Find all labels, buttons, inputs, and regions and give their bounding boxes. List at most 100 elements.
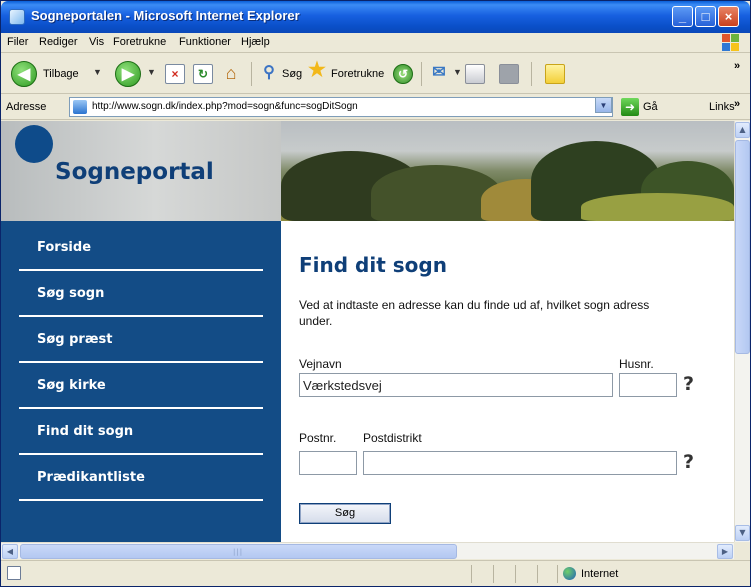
nav-item-forside[interactable]: Forside (19, 227, 263, 271)
address-dropdown-icon[interactable]: ▼ (595, 97, 612, 113)
status-separator (515, 565, 516, 583)
main-content: Find dit sogn Ved at indtaste en adresse… (281, 221, 734, 542)
husnr-input[interactable] (619, 373, 677, 397)
menu-bar: Filer Rediger Vis Foretrukne Funktioner … (1, 33, 750, 53)
history-icon[interactable]: ↺ (393, 64, 413, 84)
nav-item-sog-praest[interactable]: Søg præst (19, 319, 263, 363)
scroll-right-icon[interactable]: ▶ (717, 544, 733, 559)
search-label[interactable]: Søg (282, 68, 302, 80)
intro-line-1: Ved at indtaste en adresse kan du finde … (299, 298, 650, 312)
site-header: Sogneportal (1, 121, 734, 221)
ie-icon (9, 9, 25, 25)
scroll-down-icon[interactable]: ▼ (735, 525, 750, 541)
menu-item-rediger[interactable]: Rediger (39, 36, 78, 48)
menu-item-filer[interactable]: Filer (7, 36, 28, 48)
postnr-label: Postnr. (299, 431, 337, 445)
menu-item-vis[interactable]: Vis (89, 36, 104, 48)
sidebar-nav: Forside Søg sogn Søg præst Søg kirke Fin… (1, 221, 281, 542)
forward-button[interactable]: ▶ (115, 61, 141, 87)
address-url[interactable]: http://www.sogn.dk/index.php?mod=sogn&fu… (92, 101, 358, 112)
window-title: Sogneportalen - Microsoft Internet Explo… (31, 8, 300, 23)
address-label: Adresse (6, 101, 47, 113)
mail-icon[interactable]: ✉ (429, 64, 449, 84)
menu-item-foretrukne[interactable]: Foretrukne (113, 36, 166, 48)
nav-item-sog-kirke[interactable]: Søg kirke (19, 365, 263, 409)
refresh-icon[interactable]: ↻ (193, 64, 213, 84)
nav-label[interactable]: Søg sogn (37, 286, 104, 301)
postdistrikt-input[interactable] (363, 451, 677, 475)
toolbar-separator-3 (531, 62, 532, 86)
minimize-button[interactable]: _ (672, 6, 693, 27)
vejnavn-label: Vejnavn (299, 357, 342, 371)
status-separator (537, 565, 538, 583)
search-icon[interactable]: ⚲ (259, 64, 279, 84)
scroll-up-icon[interactable]: ▲ (735, 122, 750, 138)
home-icon[interactable]: ⌂ (221, 64, 241, 84)
edit-icon[interactable] (499, 64, 519, 84)
go-button[interactable]: Gå (643, 101, 658, 113)
nav-label[interactable]: Find dit sogn (37, 424, 133, 439)
messenger-icon[interactable] (545, 64, 565, 84)
header-landscape-image (281, 121, 734, 221)
windows-logo-icon (722, 34, 740, 52)
links-chevron[interactable]: » (734, 98, 740, 110)
vejnavn-input[interactable]: Værkstedsvej (299, 373, 613, 397)
status-separator (493, 565, 494, 583)
title-bar: Sogneportalen - Microsoft Internet Explo… (1, 1, 750, 33)
search-button[interactable]: Søg (299, 503, 391, 524)
intro-line-2: under. (299, 314, 333, 328)
menu-item-hjaelp[interactable]: Hjælp (241, 36, 270, 48)
page-icon (73, 100, 87, 114)
help-icon[interactable]: ? (683, 451, 694, 473)
security-zone-label: Internet (581, 568, 619, 580)
toolbar-overflow-chevron[interactable]: » (734, 60, 740, 72)
forward-dropdown-icon[interactable]: ▼ (147, 67, 156, 77)
vertical-scroll-thumb[interactable] (735, 140, 750, 354)
close-button[interactable]: × (718, 6, 739, 27)
mail-dropdown-icon[interactable]: ▼ (453, 67, 462, 77)
status-separator (471, 565, 472, 583)
status-bar: Internet (1, 560, 750, 586)
address-bar: Adresse http://www.sogn.dk/index.php?mod… (1, 95, 750, 120)
nav-label[interactable]: Søg præst (37, 332, 112, 347)
horizontal-scrollbar[interactable]: ◀ ||| ▶ (1, 542, 734, 559)
back-label[interactable]: Tilbage (43, 68, 79, 80)
scrollbar-corner (734, 542, 750, 559)
favorites-star-icon[interactable]: ★ (307, 60, 327, 81)
toolbar-separator (251, 62, 252, 86)
back-dropdown-icon[interactable]: ▼ (93, 67, 102, 77)
back-button[interactable]: ◀ (11, 61, 37, 87)
favorites-label[interactable]: Foretrukne (331, 68, 384, 80)
browser-window: Sogneportalen - Microsoft Internet Explo… (0, 0, 751, 587)
links-button[interactable]: Links (709, 101, 735, 113)
horizontal-scroll-thumb[interactable]: ||| (20, 544, 457, 559)
internet-globe-icon (563, 567, 576, 580)
page-status-icon (7, 566, 21, 580)
stop-icon[interactable]: × (165, 64, 185, 84)
help-icon[interactable]: ? (683, 373, 694, 395)
nav-label[interactable]: Forside (37, 240, 91, 255)
logo-dot (15, 125, 53, 163)
nav-label[interactable]: Prædikantliste (37, 470, 145, 485)
toolbar-separator-2 (421, 62, 422, 86)
page-title: Find dit sogn (299, 253, 447, 277)
print-icon[interactable] (465, 64, 485, 84)
intro-text: Ved at indtaste en adresse kan du finde … (299, 297, 734, 329)
status-separator (557, 565, 558, 583)
toolbar: ◀ Tilbage ▼ ▶ ▼ × ↻ ⌂ ⚲ Søg ★ Foretrukne… (1, 54, 750, 94)
postnr-input[interactable] (299, 451, 357, 475)
scroll-left-icon[interactable]: ◀ (2, 544, 18, 559)
husnr-label: Husnr. (619, 357, 654, 371)
menu-item-funktioner[interactable]: Funktioner (179, 36, 231, 48)
go-arrow-icon[interactable]: ➜ (621, 98, 639, 116)
address-input[interactable]: http://www.sogn.dk/index.php?mod=sogn&fu… (69, 97, 613, 117)
nav-item-sog-sogn[interactable]: Søg sogn (19, 273, 263, 317)
nav-item-praedikantliste[interactable]: Prædikantliste (19, 457, 263, 501)
nav-label[interactable]: Søg kirke (37, 378, 106, 393)
maximize-button[interactable]: □ (695, 6, 716, 27)
vertical-scrollbar[interactable]: ▲ ▼ (734, 121, 750, 542)
postdistrikt-label: Postdistrikt (363, 431, 422, 445)
page-viewport: Sogneportal Forside Søg sogn Søg præst S… (1, 121, 734, 542)
nav-item-find-dit-sogn[interactable]: Find dit sogn (19, 411, 263, 455)
site-logo[interactable]: Sogneportal (55, 159, 214, 185)
